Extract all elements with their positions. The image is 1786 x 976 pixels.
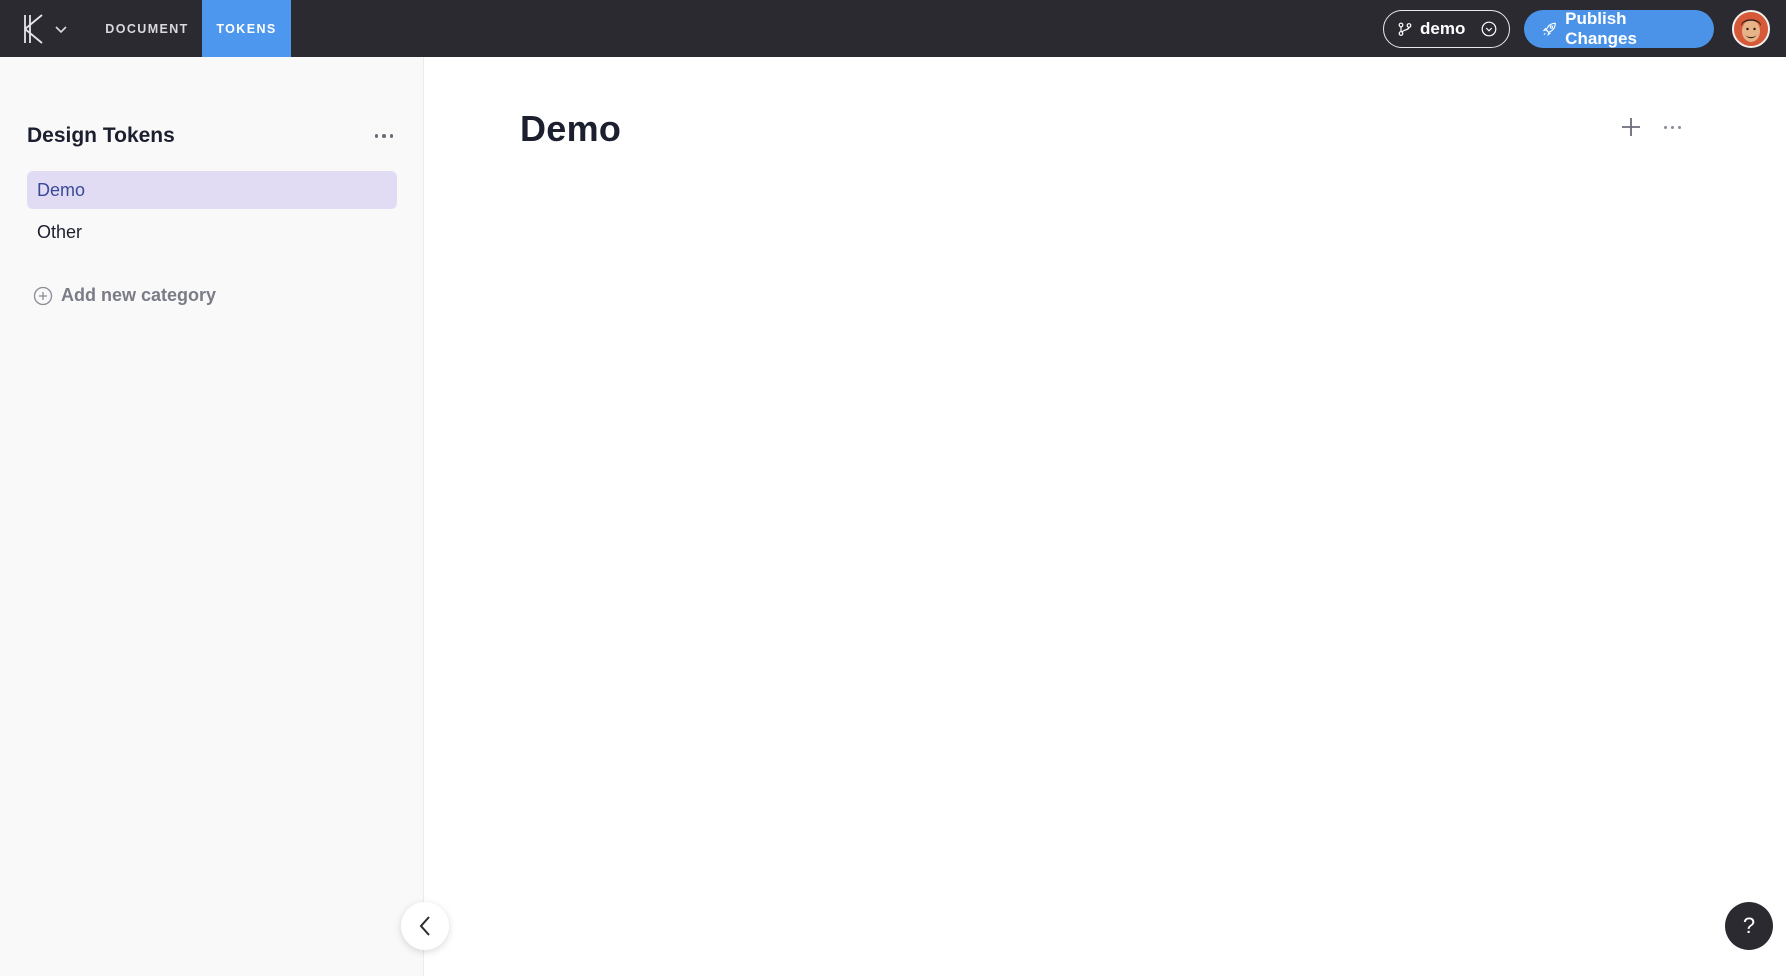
sidebar-item-label: Other: [37, 221, 83, 242]
sidebar: Design Tokens Demo Other Add new categor…: [0, 57, 424, 976]
chevron-circle-down-icon: [1481, 21, 1497, 36]
sidebar-header: Design Tokens: [27, 121, 397, 151]
sidebar-title: Design Tokens: [27, 124, 175, 147]
page-actions: [1620, 116, 1685, 138]
tab-document[interactable]: DOCUMENT: [92, 0, 202, 57]
page-more-options-icon[interactable]: [1660, 120, 1685, 135]
avatar-image-icon: [1734, 11, 1768, 46]
sidebar-item-demo[interactable]: Demo: [27, 171, 397, 209]
page-title: Demo: [520, 108, 622, 149]
tab-tokens[interactable]: TOKENS: [202, 0, 291, 57]
user-avatar[interactable]: [1732, 9, 1770, 48]
rocket-icon: [1542, 22, 1556, 36]
collapse-sidebar-button[interactable]: [401, 902, 449, 950]
add-new-category-button[interactable]: Add new category: [33, 285, 216, 306]
workspace-switcher[interactable]: [0, 0, 92, 57]
chevron-down-icon: [55, 25, 67, 33]
topbar-actions: demo Publish Changes: [1383, 0, 1786, 57]
add-token-plus-icon[interactable]: [1620, 116, 1642, 138]
sidebar-item-label: Demo: [37, 179, 86, 200]
sidebar-more-options-icon[interactable]: [371, 128, 398, 144]
sidebar-item-other[interactable]: Other: [27, 213, 397, 251]
branch-label: demo: [1420, 18, 1466, 38]
branch-selector-button[interactable]: demo: [1383, 9, 1510, 48]
help-icon: ?: [1742, 913, 1756, 938]
add-category-label: Add new category: [61, 285, 217, 305]
help-button[interactable]: ?: [1725, 902, 1773, 950]
plus-circle-icon: [33, 286, 53, 305]
publish-label: Publish Changes: [1565, 8, 1637, 48]
git-branch-icon: [1398, 22, 1412, 36]
publish-changes-button[interactable]: Publish Changes: [1524, 8, 1714, 48]
top-navigation-bar: DOCUMENT TOKENS demo Publish Changes: [0, 0, 1786, 57]
app-logo-icon: [24, 13, 43, 44]
chevron-left-icon: [419, 916, 430, 936]
